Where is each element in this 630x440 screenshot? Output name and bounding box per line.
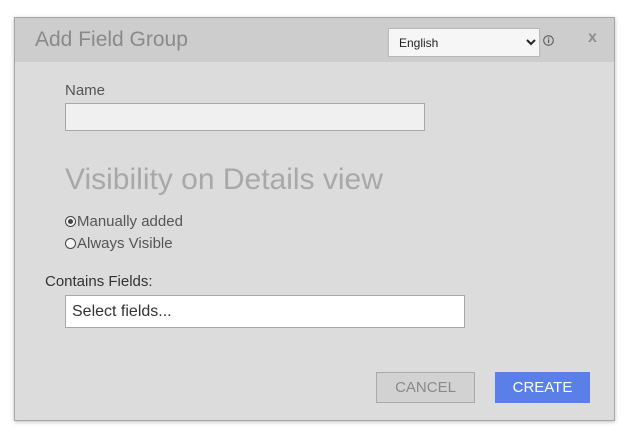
radio-label-always-visible: Always Visible — [77, 235, 173, 252]
radio-always-visible[interactable]: Always Visible — [65, 235, 173, 252]
fields-select-input[interactable]: Select fields... — [65, 295, 465, 328]
language-select[interactable]: English — [388, 28, 540, 57]
radio-manually-added[interactable]: Manually added — [65, 213, 183, 230]
visibility-heading: Visibility on Details view — [65, 163, 383, 196]
add-field-group-dialog: Add Field Group English x Name Visibilit… — [14, 17, 615, 421]
radio-label-manually-added: Manually added — [77, 213, 183, 230]
info-icon[interactable] — [543, 35, 554, 46]
contains-fields-label: Contains Fields: — [45, 273, 153, 290]
dialog-titlebar: Add Field Group English x — [15, 18, 614, 62]
dialog-title: Add Field Group — [35, 28, 188, 51]
cancel-button[interactable]: CANCEL — [376, 372, 475, 403]
radio-button-unchecked[interactable] — [65, 238, 76, 249]
close-button[interactable]: x — [588, 29, 597, 47]
create-button[interactable]: CREATE — [495, 372, 590, 403]
radio-button-checked[interactable] — [65, 216, 76, 227]
name-input[interactable] — [65, 103, 425, 131]
name-label: Name — [65, 82, 106, 99]
